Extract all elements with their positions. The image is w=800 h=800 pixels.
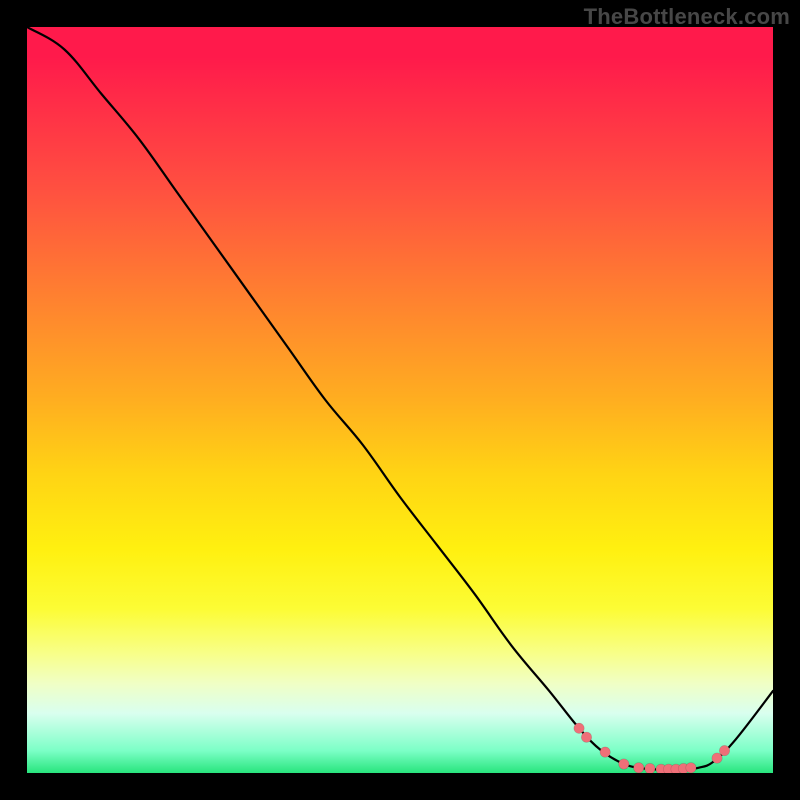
plot-area xyxy=(27,27,773,773)
marker-dot xyxy=(600,747,610,757)
marker-dot xyxy=(686,763,696,773)
marker-dot xyxy=(619,759,629,769)
curve-svg xyxy=(27,27,773,773)
marker-dot xyxy=(634,763,644,773)
marker-dot xyxy=(719,745,729,755)
marker-dot xyxy=(645,763,655,773)
chart-frame: TheBottleneck.com xyxy=(0,0,800,800)
marker-dot xyxy=(581,732,591,742)
bottleneck-curve-path xyxy=(27,27,773,770)
watermark-text: TheBottleneck.com xyxy=(584,4,790,30)
marker-dot xyxy=(574,723,584,733)
